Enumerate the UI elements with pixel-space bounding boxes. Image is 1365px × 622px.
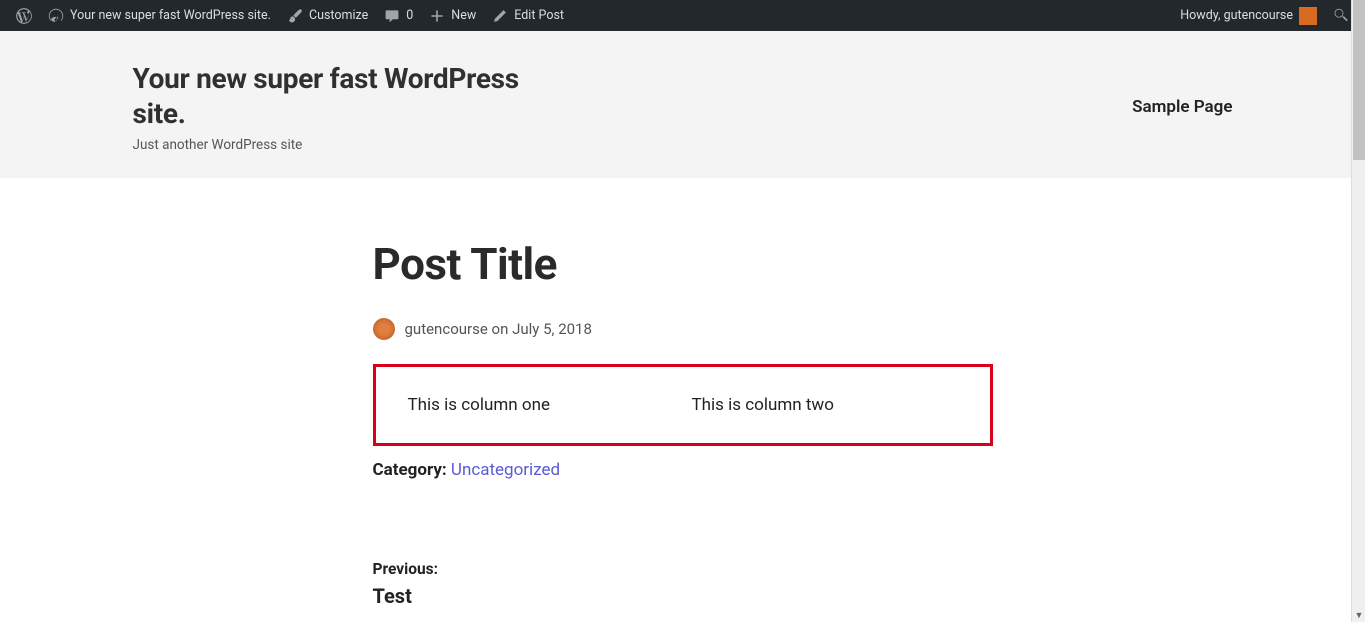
site-name-menu[interactable]: Your new super fast WordPress site. xyxy=(40,0,279,31)
column-two: This is column two xyxy=(674,395,958,415)
author-avatar-icon xyxy=(373,318,395,340)
previous-label: Previous: xyxy=(373,560,993,578)
post-content: Post Title gutencourse on July 5, 2018 T… xyxy=(333,178,1033,608)
admin-bar-right: Howdy, gutencourse xyxy=(1172,0,1357,31)
plus-icon xyxy=(429,8,445,24)
search-icon xyxy=(1333,8,1349,24)
avatar-icon xyxy=(1299,7,1317,25)
category-line: Category: Uncategorized xyxy=(373,460,993,480)
scroll-thumb[interactable] xyxy=(1353,0,1365,160)
post-meta: gutencourse on July 5, 2018 xyxy=(373,318,993,340)
wordpress-icon xyxy=(16,8,32,24)
meta-joiner: on xyxy=(488,320,512,338)
author-link[interactable]: gutencourse xyxy=(405,320,488,338)
column-one: This is column one xyxy=(408,395,674,415)
wp-logo-menu[interactable] xyxy=(8,0,40,31)
site-title[interactable]: Your new super fast WordPress site. xyxy=(133,61,533,131)
dashboard-icon xyxy=(48,8,64,24)
pencil-icon xyxy=(492,8,508,24)
scroll-down-icon[interactable]: ▼ xyxy=(1352,608,1365,622)
previous-post-link[interactable]: Test xyxy=(373,584,993,608)
comments-link[interactable]: 0 xyxy=(376,0,421,31)
post-date[interactable]: July 5, 2018 xyxy=(512,320,592,338)
admin-bar-left: Your new super fast WordPress site. Cust… xyxy=(8,0,572,31)
category-label: Category: xyxy=(373,460,451,480)
site-branding: Your new super fast WordPress site. Just… xyxy=(133,61,533,153)
site-tagline: Just another WordPress site xyxy=(133,137,533,153)
nav-sample-page[interactable]: Sample Page xyxy=(1132,97,1232,117)
my-account-menu[interactable]: Howdy, gutencourse xyxy=(1172,0,1325,31)
edit-post-text: Edit Post xyxy=(514,8,564,23)
paintbrush-icon xyxy=(287,8,303,24)
greeting-text: Howdy, gutencourse xyxy=(1180,8,1293,23)
comments-count: 0 xyxy=(406,8,413,23)
site-name-text: Your new super fast WordPress site. xyxy=(70,8,271,23)
post-meta-text: gutencourse on July 5, 2018 xyxy=(405,320,592,338)
site-header: Your new super fast WordPress site. Just… xyxy=(0,31,1365,178)
edit-post-link[interactable]: Edit Post xyxy=(484,0,572,31)
vertical-scrollbar[interactable]: ▲ ▼ xyxy=(1351,0,1365,622)
new-content-menu[interactable]: New xyxy=(421,0,484,31)
new-text: New xyxy=(451,8,476,23)
post-navigation: Previous: Test xyxy=(373,560,993,608)
admin-bar: Your new super fast WordPress site. Cust… xyxy=(0,0,1365,31)
post-title: Post Title xyxy=(373,238,993,290)
columns-block-highlight: This is column one This is column two xyxy=(373,364,993,446)
customize-link[interactable]: Customize xyxy=(279,0,376,31)
category-link[interactable]: Uncategorized xyxy=(451,460,560,480)
comment-icon xyxy=(384,8,400,24)
customize-text: Customize xyxy=(309,8,368,23)
